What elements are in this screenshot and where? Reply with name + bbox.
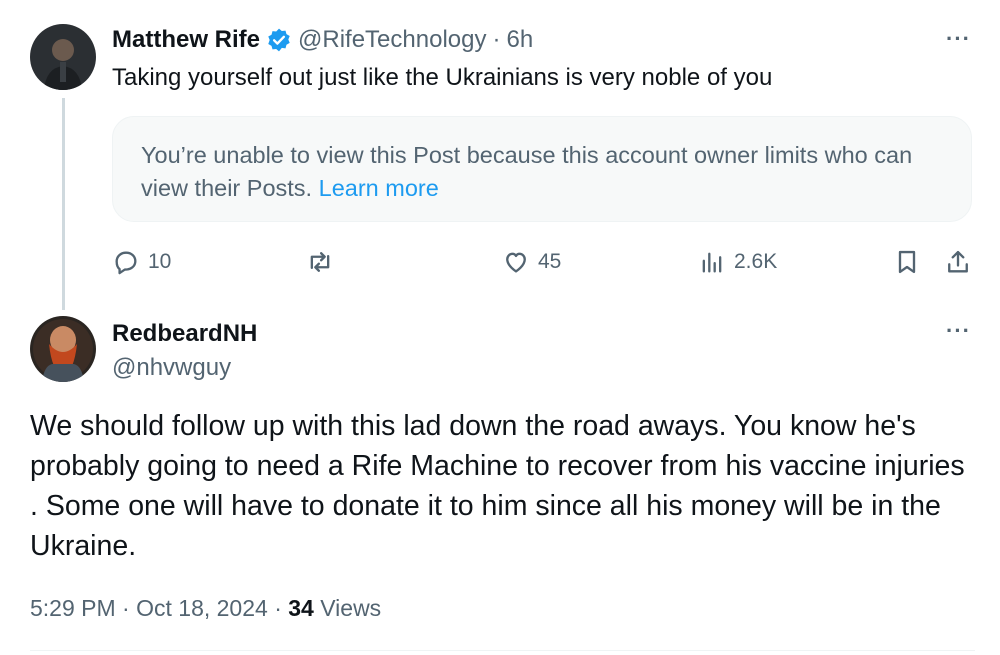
- share-button[interactable]: [944, 248, 972, 276]
- view-count: 2.6K: [734, 250, 778, 273]
- views-button[interactable]: 2.6K: [698, 248, 777, 276]
- reply-author-name[interactable]: RedbeardNH: [112, 320, 257, 348]
- like-button[interactable]: 45: [502, 248, 561, 276]
- share-icon: [948, 250, 968, 273]
- verified-badge-icon: [266, 27, 292, 53]
- notice-text: You’re unable to view this Post because …: [141, 142, 913, 201]
- header-separator: ·: [492, 26, 501, 53]
- reply-more-options-icon[interactable]: ···: [946, 318, 971, 344]
- repost-icon: [310, 252, 330, 272]
- divider: [30, 650, 975, 651]
- learn-more-link[interactable]: Learn more: [319, 175, 439, 201]
- views-count: 34: [288, 595, 314, 621]
- bookmark-icon: [898, 250, 916, 274]
- author-handle[interactable]: @RifeTechnology: [298, 26, 486, 54]
- reply-count: 10: [148, 250, 172, 273]
- avatar-photo-icon: [30, 316, 96, 382]
- avatar-photo-icon: [30, 24, 96, 90]
- restricted-post-notice: You’re unable to view this Post because …: [112, 116, 972, 222]
- analytics-icon: [702, 252, 722, 273]
- reply-icon: [115, 251, 137, 275]
- post-metadata: 5:29 PM · Oct 18, 2024 · 34 Views: [30, 595, 381, 622]
- thread-connector-line: [62, 98, 65, 310]
- avatar-redbeardnh[interactable]: [30, 316, 96, 382]
- meta-separator: ·: [274, 595, 282, 621]
- post-text: Taking yourself out just like the Ukrain…: [112, 64, 773, 91]
- post-time[interactable]: 5:29 PM: [30, 595, 116, 621]
- reply-author-handle[interactable]: @nhvwguy: [112, 354, 231, 382]
- views-label: Views: [320, 595, 382, 621]
- post-time-ago[interactable]: 6h: [506, 26, 533, 54]
- meta-separator: ·: [122, 595, 130, 621]
- more-options-icon[interactable]: ···: [946, 26, 971, 52]
- reply-button[interactable]: 10: [112, 248, 171, 276]
- post-date[interactable]: Oct 18, 2024: [136, 595, 268, 621]
- like-count: 45: [538, 250, 562, 273]
- author-name[interactable]: Matthew Rife: [112, 26, 260, 54]
- avatar-matthew-rife[interactable]: [30, 24, 96, 90]
- repost-button[interactable]: [306, 248, 342, 276]
- reply-post-text: We should follow up with this lad down t…: [30, 410, 965, 562]
- heart-icon: [506, 252, 526, 273]
- bookmark-button[interactable]: [893, 248, 921, 276]
